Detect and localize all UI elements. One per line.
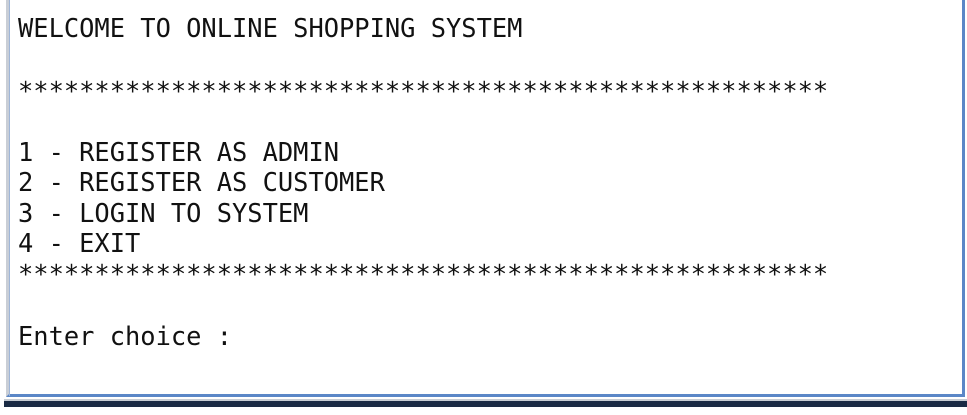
welcome-title: WELCOME TO ONLINE SHOPPING SYSTEM [18, 13, 523, 43]
menu-item-login: 3 - LOGIN TO SYSTEM [18, 198, 309, 228]
menu-item-register-admin: 1 - REGISTER AS ADMIN [18, 137, 340, 167]
separator-top: ****************************************… [18, 76, 829, 106]
separator-bottom: ****************************************… [18, 259, 829, 289]
console-left-border [9, 0, 10, 396]
choice-prompt[interactable]: Enter choice : [18, 321, 232, 351]
menu-item-register-customer: 2 - REGISTER AS CUSTOMER [18, 167, 385, 197]
menu-item-exit: 4 - EXIT [18, 228, 141, 258]
console-bottom-bar [4, 401, 967, 407]
